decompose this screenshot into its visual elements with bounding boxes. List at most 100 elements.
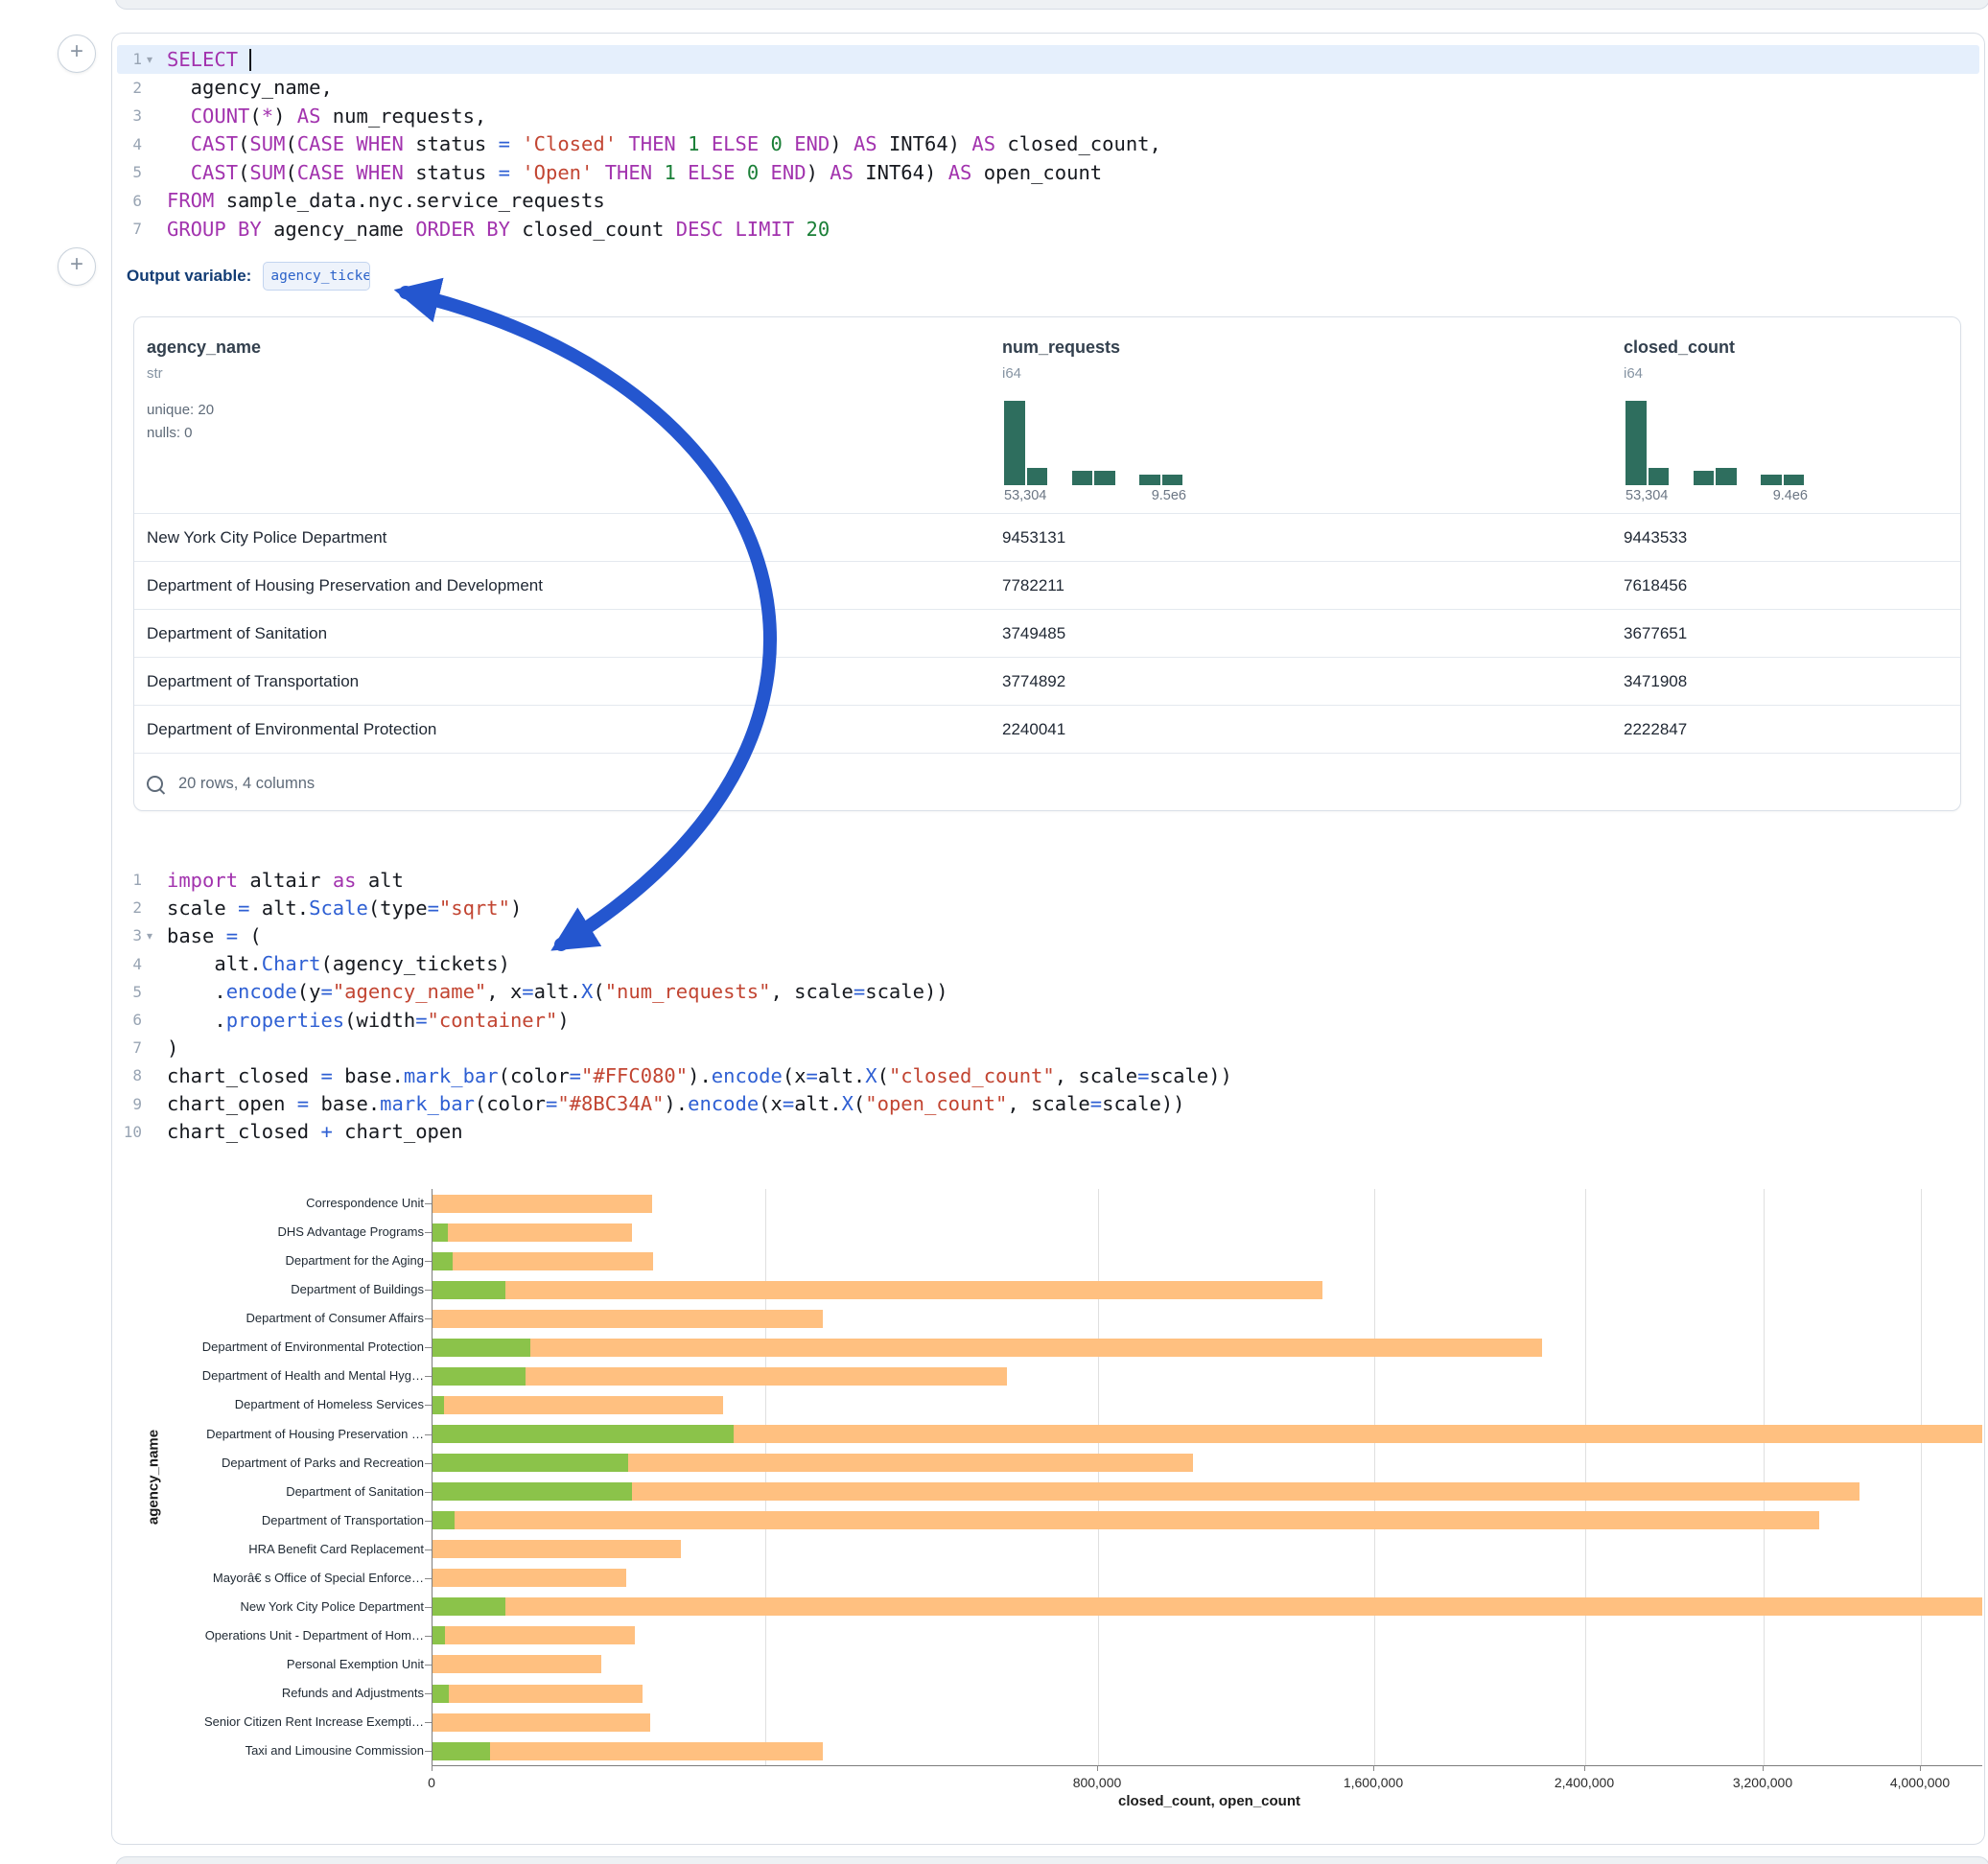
hist-bin	[1049, 484, 1070, 485]
table-cell: 3471908	[1624, 658, 1687, 705]
hist-max-label: 9.5e6	[1152, 488, 1186, 503]
text-cursor	[249, 49, 251, 71]
table-cell: Department of Transportation	[147, 658, 359, 705]
search-icon[interactable]	[147, 776, 163, 792]
python-cell[interactable]: 1import altair as alt2scale = alt.Scale(…	[113, 866, 1232, 1146]
line-number: 3	[113, 106, 142, 125]
table-cell: 2222847	[1624, 706, 1687, 753]
output-variable-value: agency_tickets	[270, 268, 370, 284]
line-number: 2	[113, 898, 142, 917]
table-cell: 3774892	[1002, 658, 1065, 705]
table-row[interactable]: Department of Housing Preservation and D…	[134, 561, 1960, 609]
output-variable-chip[interactable]: agency_tickets	[263, 262, 370, 291]
hist-bin	[1004, 401, 1025, 485]
line-number: 2	[113, 79, 142, 97]
table-cell: 9443533	[1624, 514, 1687, 561]
histogram-labels: 53,304 9.4e6	[1625, 488, 1808, 503]
output-variable-row: Output variable: agency_tickets	[127, 261, 370, 291]
hist-bin	[1072, 471, 1093, 485]
code-line[interactable]: 7GROUP BY agency_name ORDER BY closed_co…	[113, 215, 1161, 244]
table-cell: 7782211	[1002, 562, 1064, 609]
notebook-page: + + 1▾SELECT 2 agency_name,3 COUNT(*) AS…	[0, 0, 1988, 1864]
table-cell: 3749485	[1002, 610, 1065, 657]
table-row[interactable]: Department of Sanitation 3749485 3677651	[134, 609, 1960, 657]
table-cell: Department of Sanitation	[147, 610, 327, 657]
hist-min-label: 53,304	[1625, 488, 1668, 503]
column-type: str	[147, 365, 163, 382]
code-line[interactable]: 3▾base = (	[113, 921, 1232, 949]
histogram-closed-count	[1625, 399, 1808, 485]
code-line[interactable]: 4 alt.Chart(agency_tickets)	[113, 950, 1232, 978]
table-footer: 20 rows, 4 columns	[147, 764, 315, 803]
hist-bin	[1671, 484, 1692, 485]
table-cell: 7618456	[1624, 562, 1687, 609]
histogram-labels: 53,304 9.5e6	[1004, 488, 1186, 503]
code-line[interactable]: 6FROM sample_data.nyc.service_requests	[113, 187, 1161, 216]
line-number: 6	[113, 192, 142, 210]
line-number: 5	[113, 983, 142, 1001]
add-cell-button-middle[interactable]: +	[58, 247, 96, 286]
hist-bin	[1784, 475, 1805, 485]
line-number: 1	[113, 50, 142, 68]
hist-bin	[1117, 484, 1138, 485]
fold-chevron-icon[interactable]: ▾	[142, 53, 157, 66]
column-name: agency_name	[147, 338, 261, 358]
table-row[interactable]: Department of Environmental Protection 22…	[134, 705, 1960, 753]
line-number: 8	[113, 1066, 142, 1084]
column-meta-nulls: nulls: 0	[147, 425, 193, 441]
code-line[interactable]: 4 CAST(SUM(CASE WHEN status = 'Closed' T…	[113, 130, 1161, 159]
line-number: 3	[113, 926, 142, 944]
table-row[interactable]: Department of Transportation 3774892 34719…	[134, 657, 1960, 705]
line-number: 4	[113, 135, 142, 153]
code-line[interactable]: 1▾SELECT	[113, 45, 1161, 74]
line-number: 9	[113, 1095, 142, 1113]
hist-max-label: 9.4e6	[1773, 488, 1808, 503]
results-table: agency_name str unique: 20 nulls: 0 num_…	[133, 316, 1961, 811]
column-type: i64	[1624, 365, 1643, 382]
table-cell: 9453131	[1002, 514, 1065, 561]
hist-bin	[1139, 475, 1160, 485]
code-line[interactable]: 1import altair as alt	[113, 866, 1232, 894]
hist-bin	[1716, 468, 1737, 485]
line-number: 7	[113, 220, 142, 238]
code-line[interactable]: 2scale = alt.Scale(type="sqrt")	[113, 894, 1232, 921]
sql-cell[interactable]: 1▾SELECT 2 agency_name,3 COUNT(*) AS num…	[113, 45, 1161, 244]
code-line[interactable]: 8chart_closed = base.mark_bar(color="#FF…	[113, 1061, 1232, 1089]
code-line[interactable]: 6 .properties(width="container")	[113, 1006, 1232, 1034]
table-cell: Department of Housing Preservation and D…	[147, 562, 543, 609]
table-cell: Department of Environmental Protection	[147, 706, 436, 753]
table-cell: 2240041	[1002, 706, 1065, 753]
hist-bin	[1694, 471, 1715, 485]
hist-bin	[1739, 484, 1760, 485]
table-cell: New York City Police Department	[147, 514, 386, 561]
previous-cell-edge	[115, 0, 1988, 10]
line-number: 10	[113, 1123, 142, 1141]
hist-bin	[1027, 468, 1048, 485]
table-row[interactable]: New York City Police Department 9453131 94…	[134, 513, 1960, 561]
line-number: 4	[113, 955, 142, 973]
hist-bin	[1162, 475, 1183, 485]
line-number: 7	[113, 1038, 142, 1057]
add-cell-button-top[interactable]: +	[58, 35, 96, 73]
hist-bin	[1649, 468, 1670, 485]
hist-bin	[1094, 471, 1115, 485]
histogram-num-requests	[1004, 399, 1186, 485]
line-number: 1	[113, 871, 142, 889]
column-meta-unique: unique: 20	[147, 402, 214, 418]
code-line[interactable]: 10chart_closed + chart_open	[113, 1118, 1232, 1146]
fold-chevron-icon[interactable]: ▾	[142, 929, 157, 943]
code-line[interactable]: 2 agency_name,	[113, 74, 1161, 103]
hist-bin	[1625, 401, 1647, 485]
column-name: num_requests	[1002, 338, 1120, 358]
code-line[interactable]: 5 .encode(y="agency_name", x=alt.X("num_…	[113, 978, 1232, 1006]
table-cell: 3677651	[1624, 610, 1687, 657]
line-number: 5	[113, 163, 142, 181]
table-row-count: 20 rows, 4 columns	[178, 775, 315, 793]
output-variable-label: Output variable:	[127, 267, 251, 286]
code-line[interactable]: 3 COUNT(*) AS num_requests,	[113, 102, 1161, 130]
code-line[interactable]: 7)	[113, 1034, 1232, 1061]
line-number: 6	[113, 1011, 142, 1029]
code-line[interactable]: 9chart_open = base.mark_bar(color="#8BC3…	[113, 1090, 1232, 1118]
table-body: New York City Police Department 9453131 94…	[134, 513, 1960, 754]
code-line[interactable]: 5 CAST(SUM(CASE WHEN status = 'Open' THE…	[113, 158, 1161, 187]
